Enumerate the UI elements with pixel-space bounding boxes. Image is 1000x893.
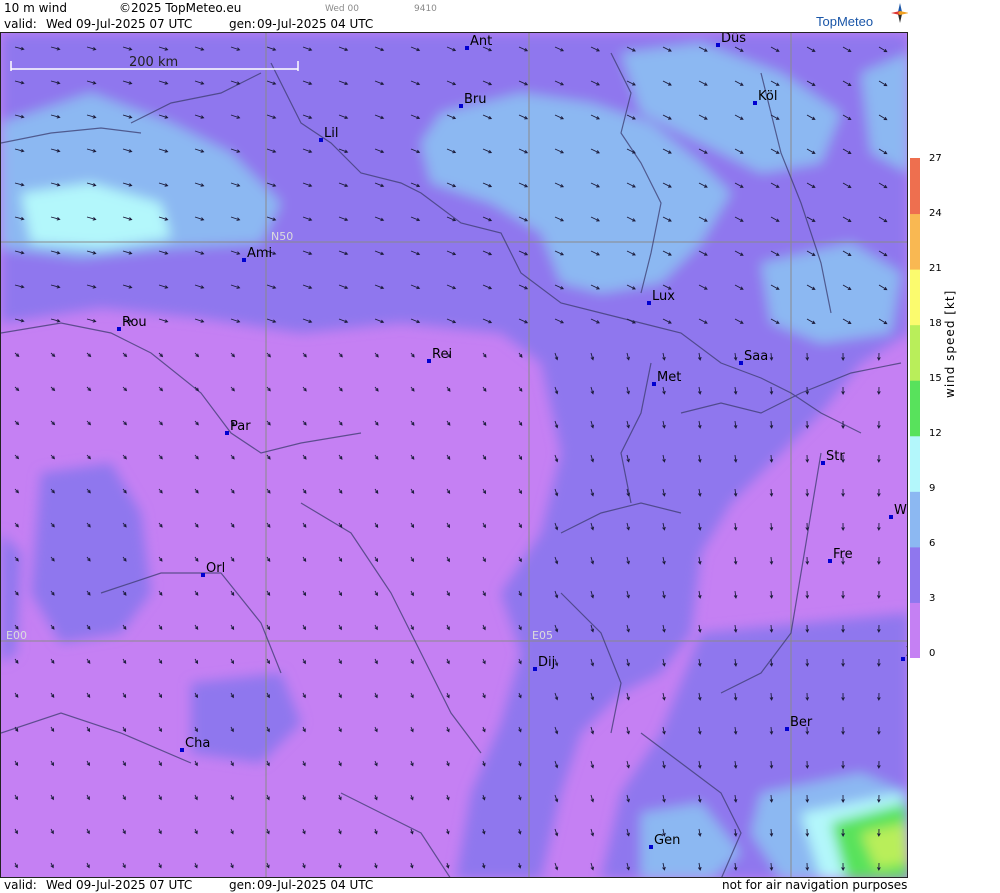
legend-tick-9: 9 bbox=[929, 483, 936, 494]
legend-tick-21: 21 bbox=[929, 263, 942, 274]
legend-unit-label: wind speed [kt] bbox=[943, 289, 957, 398]
city-label-ber: Ber bbox=[790, 715, 813, 730]
colorbar-segment bbox=[910, 546, 920, 603]
lon-label-e00: E00 bbox=[6, 629, 27, 642]
legend-tick-18: 18 bbox=[929, 318, 942, 329]
valid-time: Wed 09-Jul-2025 07 UTC bbox=[46, 17, 193, 31]
city-dot-w bbox=[889, 515, 893, 519]
city-dot-str bbox=[821, 461, 825, 465]
city-label-gen: Gen bbox=[654, 833, 680, 848]
wind-map[interactable]: 200 km N50 E00 E05 Ant Düs Bru Köl Lil Ami Lux… bbox=[0, 32, 908, 878]
city-label-bru: Bru bbox=[464, 92, 487, 107]
legend-tick-6: 6 bbox=[929, 538, 936, 549]
colorbar-segment bbox=[910, 602, 920, 658]
wind-map-canvas: 200 km N50 E00 E05 Ant Düs Bru Köl Lil Ami Lux… bbox=[1, 33, 907, 877]
city-dot-z bbox=[901, 657, 905, 661]
product-title: 10 m wind bbox=[4, 1, 67, 15]
city-dot-düs bbox=[716, 43, 720, 47]
colorbar-segment bbox=[910, 435, 920, 492]
legend-tick-12: 12 bbox=[929, 428, 942, 439]
city-label-rei: Rei bbox=[432, 347, 452, 362]
colorbar-segment bbox=[910, 269, 920, 326]
city-label-köl: Köl bbox=[758, 89, 777, 104]
city-dot-ber bbox=[785, 727, 789, 731]
city-dot-köl bbox=[753, 101, 757, 105]
city-dot-rou bbox=[117, 327, 121, 331]
city-label-dij: Dij bbox=[538, 655, 555, 670]
legend-tick-3: 3 bbox=[929, 593, 936, 604]
city-label-fre: Fre bbox=[833, 547, 853, 562]
colorbar-segment bbox=[910, 380, 920, 437]
legend-colorbar bbox=[910, 158, 920, 658]
city-label-str: Str bbox=[826, 449, 845, 464]
city-label-met: Met bbox=[657, 370, 681, 385]
city-label-orl: Orl bbox=[206, 561, 225, 576]
city-dot-fre bbox=[828, 559, 832, 563]
city-dot-ant bbox=[465, 46, 469, 50]
city-dot-rei bbox=[427, 359, 431, 363]
colorbar-segment bbox=[910, 158, 920, 215]
city-label-w: W bbox=[894, 503, 907, 518]
copyright: ©2025 TopMeteo.eu bbox=[119, 1, 242, 15]
city-dot-saa bbox=[739, 361, 743, 365]
lat-label-n50: N50 bbox=[271, 230, 293, 243]
city-dot-ami bbox=[242, 258, 246, 262]
gen-time: 09-Jul-2025 04 UTC bbox=[257, 17, 374, 31]
city-label-par: Par bbox=[230, 419, 251, 434]
footer-gen-time: 09-Jul-2025 04 UTC bbox=[257, 878, 374, 892]
colorbar-segment bbox=[910, 324, 920, 381]
brand-logo-text: TopMeteo bbox=[816, 14, 874, 29]
city-dot-par bbox=[225, 431, 229, 435]
colorbar-segment bbox=[910, 213, 920, 270]
hint-code: 9410 bbox=[414, 4, 437, 14]
gen-label: gen: bbox=[229, 17, 256, 31]
valid-label: valid: bbox=[4, 17, 37, 31]
city-dot-lux bbox=[647, 301, 651, 305]
city-label-düs: Düs bbox=[721, 33, 746, 46]
footer-gen-label: gen: bbox=[229, 878, 256, 892]
city-label-ami: Ami bbox=[247, 246, 272, 261]
city-dot-orl bbox=[201, 573, 205, 577]
legend-tick-24: 24 bbox=[929, 208, 942, 219]
city-dot-bru bbox=[459, 104, 463, 108]
city-dot-lil bbox=[319, 138, 323, 142]
city-dot-cha bbox=[180, 748, 184, 752]
footer-disclaimer: not for air navigation purposes bbox=[722, 878, 908, 892]
city-dot-gen bbox=[649, 845, 653, 849]
lon-label-e05: E05 bbox=[532, 629, 553, 642]
city-dot-dij bbox=[533, 667, 537, 671]
city-label-cha: Cha bbox=[185, 736, 210, 751]
hint-day: Wed 00 bbox=[325, 4, 359, 14]
footer-valid-time: Wed 09-Jul-2025 07 UTC bbox=[46, 878, 193, 892]
city-label-rou: Rou bbox=[122, 315, 147, 330]
colorbar-segment bbox=[910, 491, 920, 548]
legend-tick-27: 27 bbox=[929, 153, 942, 164]
city-label-saa: Saa bbox=[744, 349, 768, 364]
city-label-lil: Lil bbox=[324, 126, 338, 141]
legend-tick-15: 15 bbox=[929, 373, 942, 384]
city-label-lux: Lux bbox=[652, 289, 675, 304]
legend-tick-0: 0 bbox=[929, 648, 936, 659]
compass-logo-icon bbox=[891, 3, 909, 23]
city-dot-met bbox=[652, 382, 656, 386]
scale-bar-label: 200 km bbox=[129, 55, 178, 70]
city-label-ant: Ant bbox=[470, 34, 492, 49]
footer-valid-label: valid: bbox=[4, 878, 37, 892]
